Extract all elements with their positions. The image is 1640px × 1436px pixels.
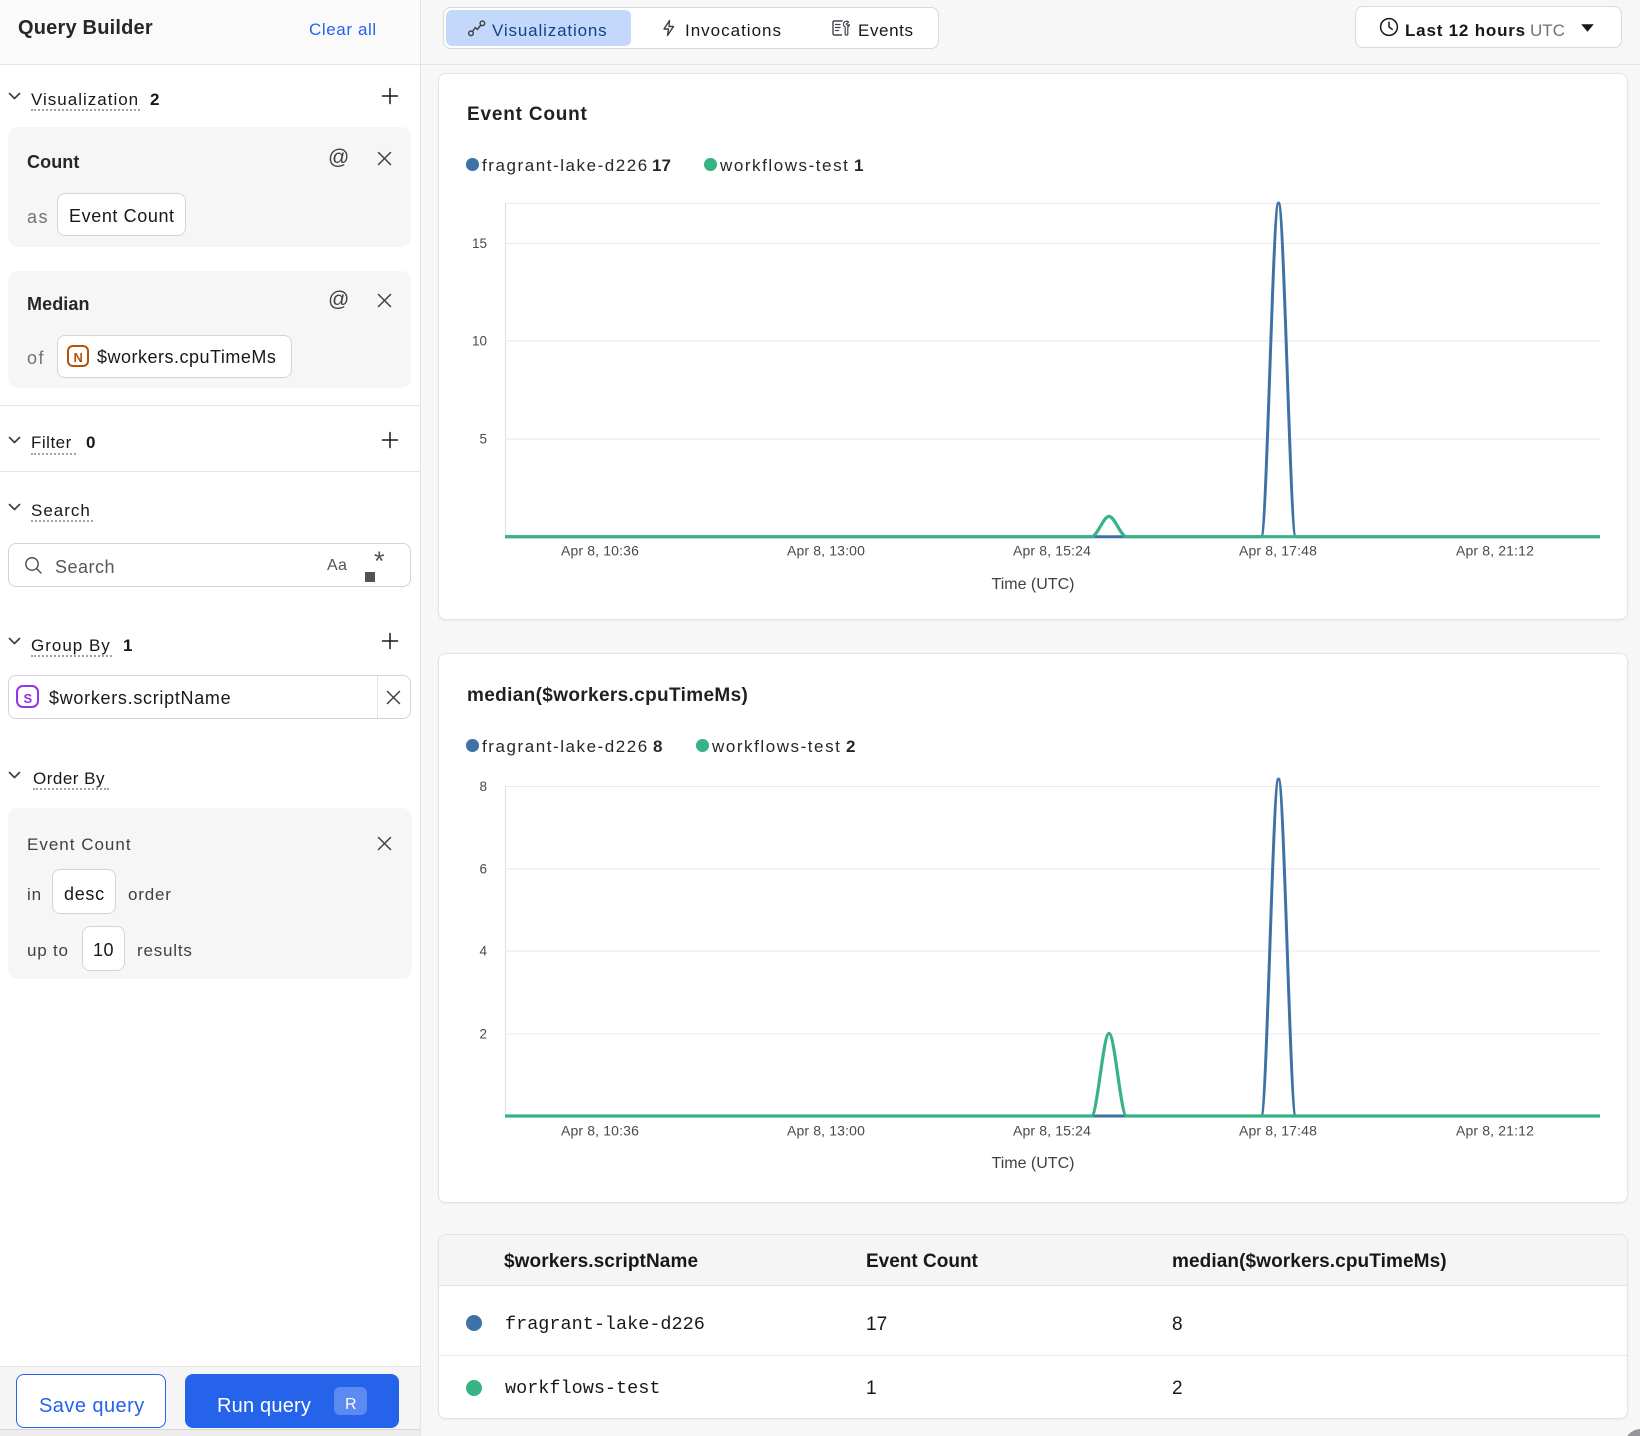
svg-text:2: 2	[479, 1027, 487, 1042]
svg-text:10: 10	[472, 334, 487, 349]
svg-text:Apr 8, 15:24: Apr 8, 15:24	[1013, 1123, 1091, 1139]
svg-text:Time (UTC): Time (UTC)	[992, 576, 1075, 593]
svg-text:Apr 8, 17:48: Apr 8, 17:48	[1239, 1123, 1317, 1139]
svg-text:Apr 8, 21:12: Apr 8, 21:12	[1456, 543, 1534, 559]
svg-text:8: 8	[479, 779, 487, 794]
svg-text:Apr 8, 15:24: Apr 8, 15:24	[1013, 543, 1091, 559]
svg-text:15: 15	[472, 236, 487, 251]
svg-text:6: 6	[479, 862, 487, 877]
svg-text:Apr 8, 10:36: Apr 8, 10:36	[561, 1123, 639, 1139]
svg-text:Apr 8, 21:12: Apr 8, 21:12	[1456, 1123, 1534, 1139]
svg-text:Time (UTC): Time (UTC)	[992, 1155, 1075, 1172]
svg-text:5: 5	[479, 432, 487, 447]
svg-text:4: 4	[479, 944, 487, 959]
svg-text:Apr 8, 17:48: Apr 8, 17:48	[1239, 543, 1317, 559]
svg-text:Apr 8, 13:00: Apr 8, 13:00	[787, 543, 865, 559]
svg-text:Apr 8, 13:00: Apr 8, 13:00	[787, 1123, 865, 1139]
svg-text:Apr 8, 10:36: Apr 8, 10:36	[561, 543, 639, 559]
